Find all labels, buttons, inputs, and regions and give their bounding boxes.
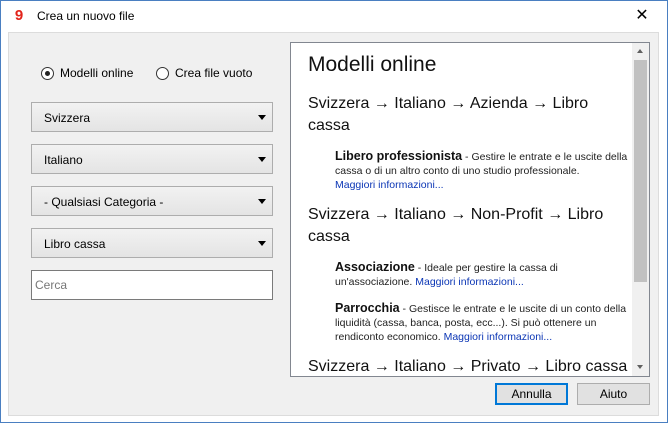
- scrollbar-thumb[interactable]: [634, 60, 647, 282]
- dialog-client-area: Modelli online Crea file vuoto Svizzera …: [8, 32, 659, 416]
- more-info-link[interactable]: Maggiori informazioni...: [335, 179, 444, 191]
- cancel-button[interactable]: Annulla: [495, 383, 568, 405]
- radio-online-templates[interactable]: Modelli online: [41, 65, 133, 81]
- country-select-value: Svizzera: [44, 111, 91, 125]
- title-bar[interactable]: 9 Crea un nuovo file ✕: [1, 1, 667, 31]
- more-info-link[interactable]: Maggiori informazioni...: [415, 276, 524, 288]
- close-icon[interactable]: ✕: [631, 5, 653, 27]
- window-title: Crea un nuovo file: [37, 9, 135, 23]
- arrow-down-icon: [637, 365, 643, 369]
- chevron-down-icon: [258, 199, 266, 204]
- scroll-down-button[interactable]: [632, 359, 649, 376]
- template-item: Libero professionista - Gestire le entra…: [335, 149, 628, 192]
- template-item: Parrocchia - Gestisce le entrate e le us…: [335, 301, 628, 344]
- language-select[interactable]: Italiano: [31, 144, 273, 174]
- country-select[interactable]: Svizzera: [31, 102, 273, 132]
- template-group-path: Svizzera → Italiano → Azienda → Libro ca…: [308, 95, 589, 134]
- vertical-scrollbar[interactable]: [632, 43, 649, 376]
- radio-empty-label: Crea file vuoto: [175, 66, 253, 80]
- template-item-title: Associazione: [335, 260, 415, 274]
- radio-online-label: Modelli online: [60, 66, 134, 80]
- more-info-link[interactable]: Maggiori informazioni...: [444, 331, 553, 343]
- chevron-down-icon: [258, 115, 266, 120]
- category-select-value: - Qualsiasi Categoria -: [44, 195, 164, 209]
- templates-list: Modelli online Svizzera → Italiano → Azi…: [308, 53, 628, 376]
- template-group-path: Svizzera → Italiano → Privato → Libro ca…: [308, 358, 628, 375]
- category-select[interactable]: - Qualsiasi Categoria -: [31, 186, 273, 216]
- template-group-path: Svizzera → Italiano → Non-Profit → Libro…: [308, 206, 604, 245]
- template-item-title: Parrocchia: [335, 301, 400, 315]
- arrow-up-icon: [637, 49, 643, 53]
- chevron-down-icon: [258, 157, 266, 162]
- dialog-window: 9 Crea un nuovo file ✕ Modelli online Cr…: [0, 0, 668, 423]
- chevron-down-icon: [258, 241, 266, 246]
- radio-empty-indicator[interactable]: [156, 66, 169, 80]
- radio-online-indicator[interactable]: [41, 66, 54, 80]
- search-input[interactable]: [32, 271, 272, 299]
- type-select[interactable]: Libro cassa: [31, 228, 273, 258]
- svg-text:9: 9: [15, 7, 23, 23]
- scroll-up-button[interactable]: [632, 43, 649, 60]
- templates-panel[interactable]: Modelli online Svizzera → Italiano → Azi…: [290, 42, 650, 377]
- type-select-value: Libro cassa: [44, 237, 106, 251]
- template-item-title: Libero professionista: [335, 149, 463, 163]
- templates-heading: Modelli online: [308, 53, 437, 76]
- search-box[interactable]: [31, 270, 273, 300]
- app-logo-icon: 9: [11, 7, 27, 23]
- help-button[interactable]: Aiuto: [577, 383, 650, 405]
- template-item: Associazione - Ideale per gestire la cas…: [335, 260, 628, 289]
- language-select-value: Italiano: [44, 153, 83, 167]
- radio-empty-file[interactable]: Crea file vuoto: [156, 65, 252, 81]
